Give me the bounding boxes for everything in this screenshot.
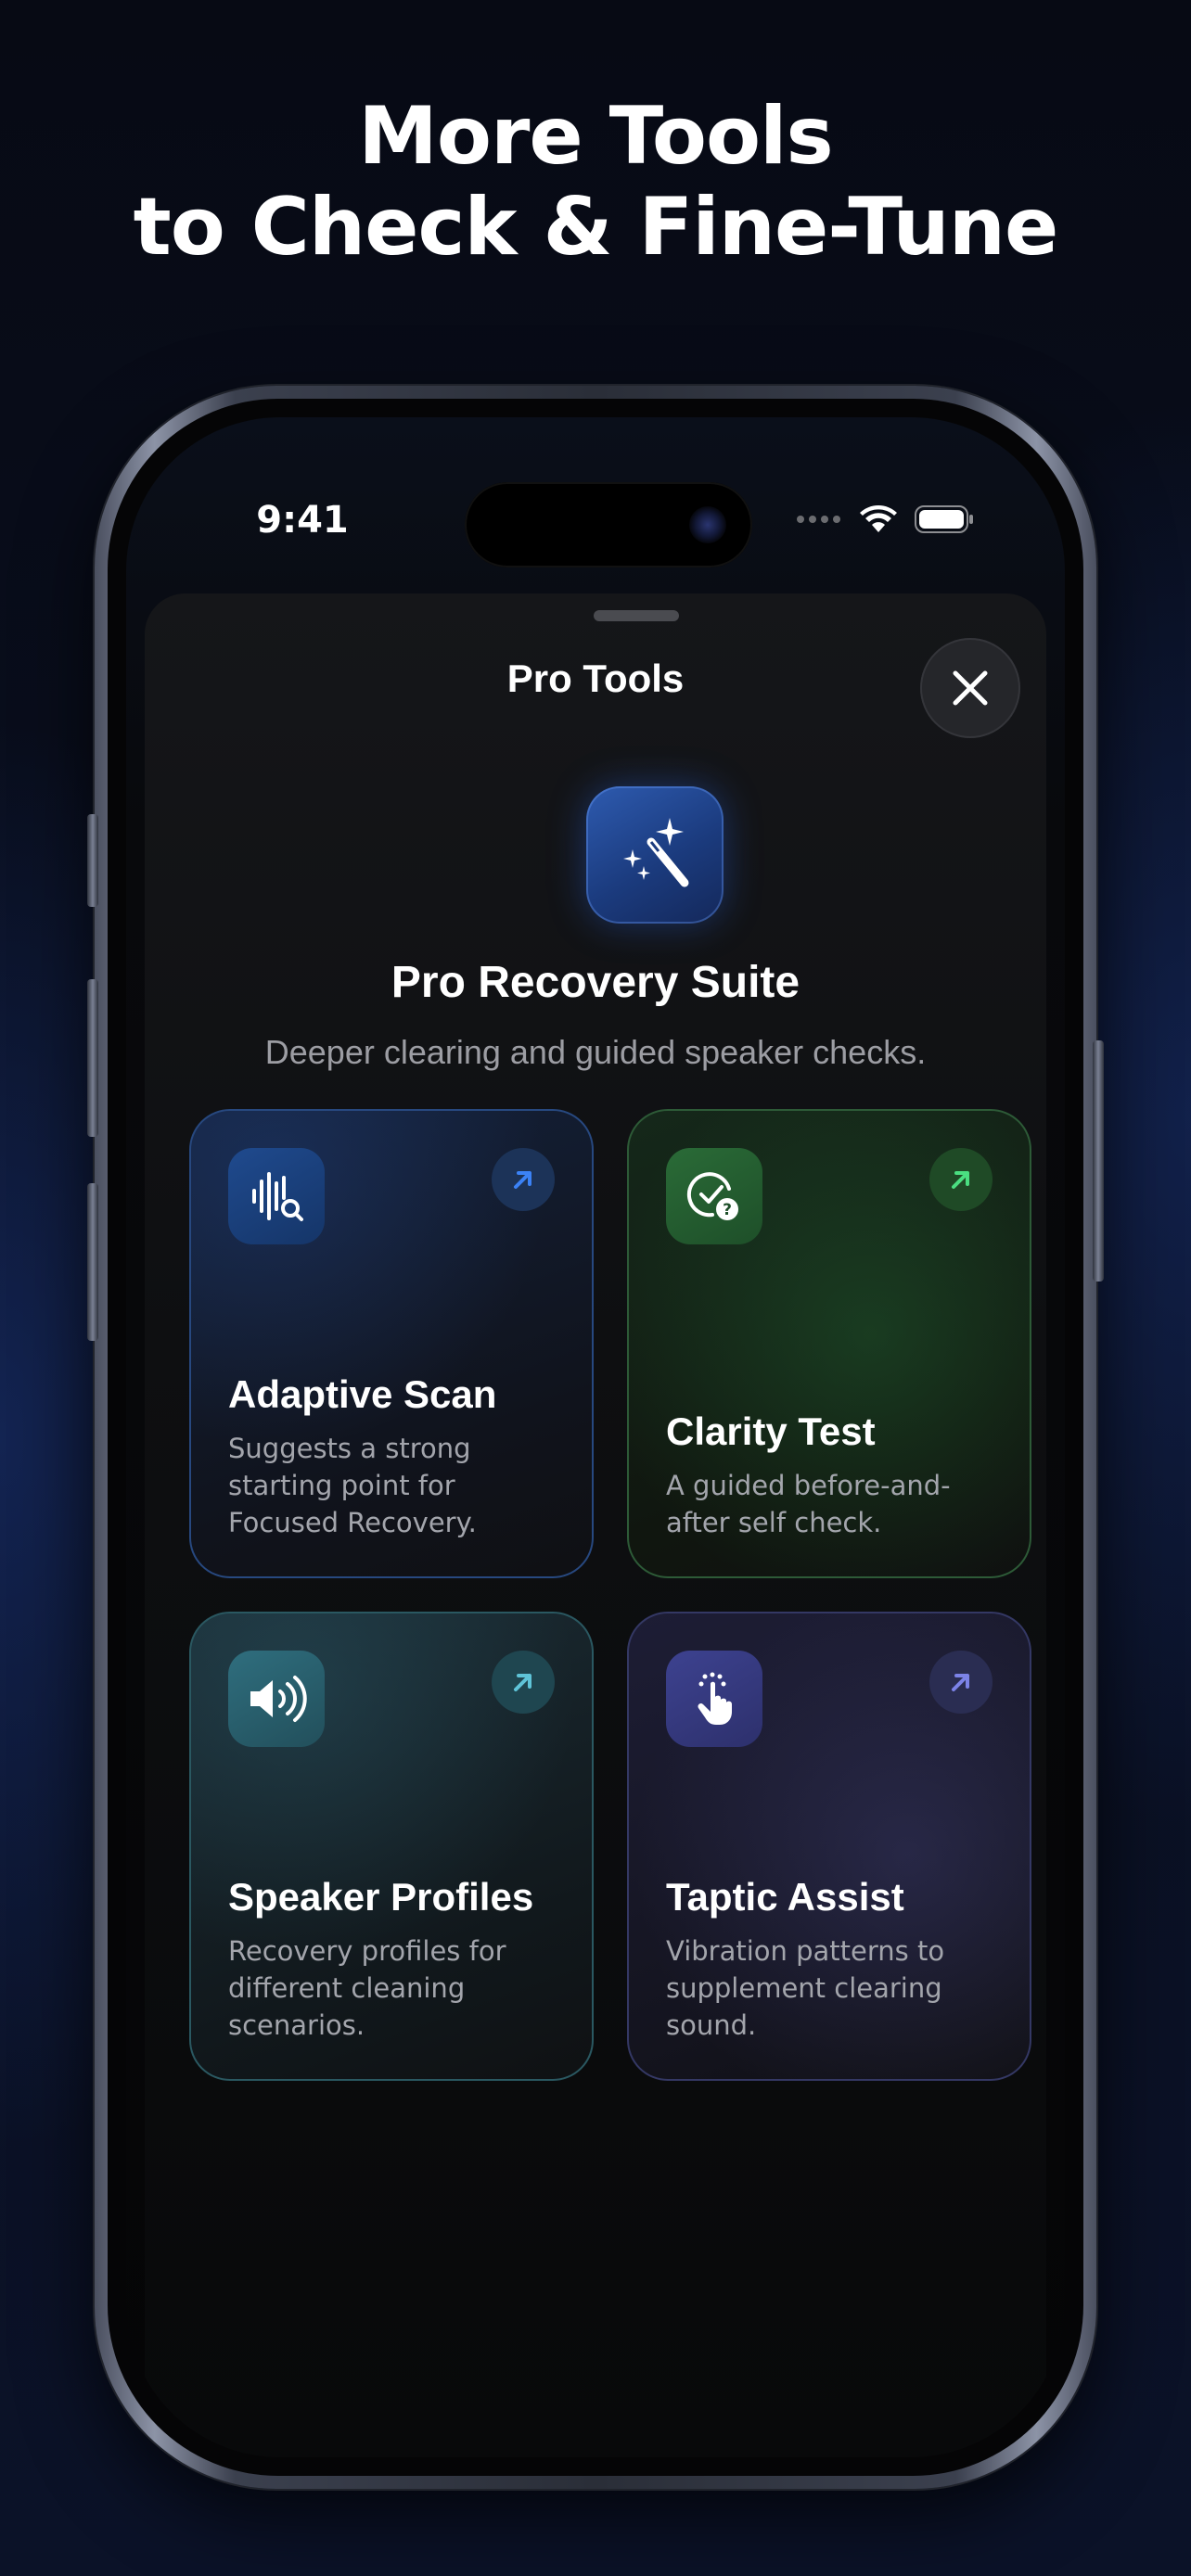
sheet-title: Pro Tools bbox=[506, 657, 685, 700]
arrow-up-right-icon bbox=[514, 1674, 531, 1691]
status-icons bbox=[796, 501, 974, 538]
taptic-assist-card[interactable]: Taptic Assist Vibration patterns to supp… bbox=[627, 1612, 1031, 2081]
arrow-up-right-icon bbox=[952, 1171, 969, 1189]
taptic-assist-icon-tile bbox=[666, 1651, 762, 1747]
volume-up-button bbox=[87, 979, 98, 1137]
close-button[interactable] bbox=[920, 638, 1020, 738]
clarity-test-card[interactable]: ? Clarity Test A guided before-and-after… bbox=[627, 1109, 1031, 1578]
card-description: A guided before-and-after self check. bbox=[666, 1470, 951, 1538]
adaptive-scan-icon-tile bbox=[228, 1148, 325, 1244]
adaptive-scan-open-button[interactable] bbox=[492, 1148, 555, 1211]
hand-tap-icon bbox=[698, 1672, 732, 1725]
hero-title: Pro Recovery Suite bbox=[391, 958, 800, 1007]
marketing-headline: More Tools to Check & Fine-Tune bbox=[0, 91, 1191, 273]
status-time: 9:41 bbox=[256, 499, 349, 542]
cellular-signal-icon bbox=[797, 516, 840, 523]
headline-line-1: More Tools bbox=[358, 90, 833, 183]
taptic-assist-open-button[interactable] bbox=[929, 1651, 992, 1714]
adaptive-scan-card[interactable]: Adaptive Scan Suggests a strong starting… bbox=[189, 1109, 594, 1578]
clarity-test-open-button[interactable] bbox=[929, 1148, 992, 1211]
card-description: Vibration patterns to supplement clearin… bbox=[666, 1935, 945, 2041]
magic-wand-sparkles-icon bbox=[623, 818, 689, 887]
svg-text:?: ? bbox=[723, 1201, 732, 1219]
volume-down-button bbox=[87, 1183, 98, 1341]
card-title: Taptic Assist bbox=[666, 1875, 904, 1919]
waveform-search-icon bbox=[252, 1172, 303, 1221]
card-title: Speaker Profiles bbox=[228, 1875, 534, 1919]
card-title: Clarity Test bbox=[666, 1409, 876, 1453]
arrow-up-right-icon bbox=[514, 1171, 531, 1189]
sheet-grabber[interactable] bbox=[594, 610, 679, 621]
card-title: Adaptive Scan bbox=[228, 1372, 497, 1416]
checkmark-question-icon: ? bbox=[686, 1172, 738, 1220]
speaker-profiles-open-button[interactable] bbox=[492, 1651, 555, 1714]
speaker-profiles-icon-tile bbox=[228, 1651, 325, 1747]
phone-frame: 9:41 Pro Tools Pro Recovery Suite Deeper… bbox=[87, 386, 1104, 2489]
arrow-up-right-icon bbox=[952, 1674, 969, 1691]
hero-subtitle: Deeper clearing and guided speaker check… bbox=[264, 1033, 927, 1071]
clarity-test-icon-tile: ? bbox=[666, 1148, 762, 1244]
headline-line-2: to Check & Fine-Tune bbox=[133, 181, 1059, 274]
dynamic-island bbox=[465, 482, 752, 567]
speaker-profiles-card[interactable]: Speaker Profiles Recovery profiles for d… bbox=[189, 1612, 594, 2081]
power-button bbox=[1093, 1040, 1104, 1282]
camera-icon bbox=[689, 506, 726, 543]
speaker-wave-icon bbox=[250, 1676, 307, 1722]
clarity-test-text: Clarity Test A guided before-and-after s… bbox=[666, 1409, 1002, 1541]
taptic-assist-text: Taptic Assist Vibration patterns to supp… bbox=[666, 1875, 1002, 2044]
close-icon bbox=[953, 670, 988, 706]
phone-bezel: 9:41 Pro Tools Pro Recovery Suite Deeper… bbox=[108, 399, 1083, 2476]
wifi-icon bbox=[860, 505, 897, 532]
pro-suite-icon bbox=[586, 786, 724, 924]
adaptive-scan-text: Adaptive Scan Suggests a strong starting… bbox=[228, 1372, 564, 1541]
card-description: Suggests a strong starting point for Foc… bbox=[228, 1433, 477, 1538]
card-description: Recovery profiles for different cleaning… bbox=[228, 1935, 506, 2041]
action-button bbox=[87, 814, 98, 907]
phone-screen: 9:41 Pro Tools Pro Recovery Suite Deeper… bbox=[126, 417, 1065, 2457]
pro-tools-sheet: Pro Tools Pro Recovery Suite Deeper clea… bbox=[145, 593, 1046, 2457]
speaker-profiles-text: Speaker Profiles Recovery profiles for d… bbox=[228, 1875, 564, 2044]
battery-icon bbox=[915, 505, 973, 533]
